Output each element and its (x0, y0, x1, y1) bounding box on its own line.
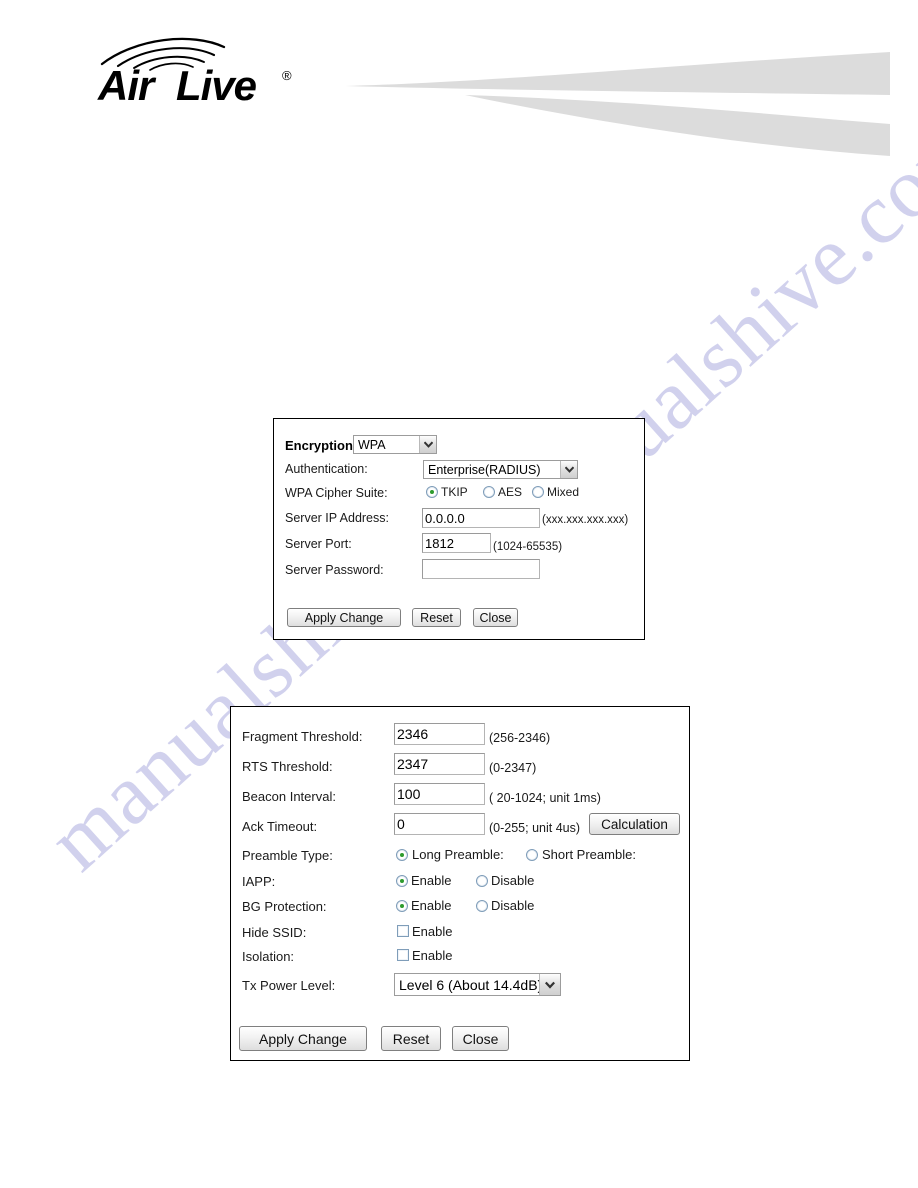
rts-threshold-input[interactable]: 2347 (394, 753, 485, 775)
svg-text:®: ® (282, 68, 292, 83)
ack-timeout-input[interactable]: 0 (394, 813, 485, 835)
preamble-label-short: Short Preamble: (542, 847, 636, 862)
preamble-radio-short[interactable] (526, 849, 538, 861)
wpa-cipher-suite-label: WPA Cipher Suite: (285, 486, 388, 500)
hide-ssid-checkbox[interactable] (397, 925, 409, 937)
server-port-hint: (1024-65535) (493, 541, 563, 553)
ack-timeout-value: 0 (397, 816, 405, 832)
bg-label-disable: Disable (491, 898, 535, 913)
bg-radio-disable[interactable] (476, 900, 488, 912)
beacon-interval-label: Beacon Interval: (242, 789, 336, 804)
server-port-label: Server Port: (285, 537, 352, 551)
server-ip-hint: (xxx.xxx.xxx.xxx) (542, 514, 629, 526)
apply-change-button[interactable]: Apply Change (239, 1026, 367, 1051)
cipher-label-aes: AES (498, 485, 523, 499)
page-header: Air Live ® (0, 0, 918, 160)
chevron-down-icon[interactable] (560, 461, 577, 478)
preamble-type-label: Preamble Type: (242, 848, 333, 863)
header-swoosh-graphic (345, 48, 890, 158)
isolation-label: Isolation: (242, 949, 295, 964)
encryption-select-value: WPA (358, 437, 386, 452)
encryption-select[interactable]: WPA (353, 435, 437, 454)
rts-threshold-value: 2347 (397, 756, 429, 772)
server-ip-input[interactable]: 0.0.0.0 (422, 508, 540, 528)
ack-timeout-label: Ack Timeout: (242, 819, 318, 834)
airlive-logo: Air Live ® (96, 30, 326, 110)
tx-power-level-select[interactable]: Level 6 (About 14.4dB) (394, 973, 561, 996)
authentication-label: Authentication: (285, 462, 368, 476)
reset-button[interactable]: Reset (381, 1026, 441, 1051)
apply-change-button[interactable]: Apply Change (287, 608, 401, 627)
iapp-label-disable: Disable (491, 873, 535, 888)
bg-protection-label: BG Protection: (242, 899, 327, 914)
fragment-threshold-label: Fragment Threshold: (242, 729, 363, 744)
preamble-label-long: Long Preamble: (412, 847, 504, 862)
iapp-label-enable: Enable (411, 873, 452, 888)
close-button[interactable]: Close (473, 608, 518, 627)
server-ip-label: Server IP Address: (285, 511, 389, 525)
cipher-radio-tkip[interactable] (426, 486, 438, 498)
chevron-down-icon[interactable] (539, 974, 560, 995)
tx-power-level-value: Level 6 (About 14.4dB) (399, 976, 539, 993)
preamble-radio-long[interactable] (396, 849, 408, 861)
calculation-button[interactable]: Calculation (589, 813, 680, 835)
server-ip-value: 0.0.0.0 (425, 510, 465, 526)
fragment-threshold-input[interactable]: 2346 (394, 723, 485, 745)
encryption-label: Encryption: (285, 438, 358, 453)
server-password-input[interactable] (422, 559, 540, 579)
server-port-input[interactable]: 1812 (422, 533, 491, 553)
bg-label-enable: Enable (411, 898, 452, 913)
isolation-checkbox[interactable] (397, 949, 409, 961)
cipher-label-tkip: TKIP (441, 485, 468, 499)
bg-radio-enable[interactable] (396, 900, 408, 912)
chevron-down-icon[interactable] (419, 436, 436, 453)
rts-threshold-label: RTS Threshold: (242, 759, 333, 774)
fragment-threshold-value: 2346 (397, 726, 429, 742)
svg-text:Air: Air (97, 62, 157, 109)
beacon-interval-hint: ( 20-1024; unit 1ms) (489, 791, 601, 805)
reset-button[interactable]: Reset (412, 608, 461, 627)
encryption-panel: Encryption: WPA Authentication: Enterpri… (273, 418, 645, 640)
cipher-label-mixed: Mixed (547, 485, 580, 499)
server-password-label: Server Password: (285, 563, 384, 577)
beacon-interval-value: 100 (397, 786, 421, 802)
fragment-threshold-hint: (256-2346) (489, 731, 551, 745)
ack-timeout-hint: (0-255; unit 4us) (489, 821, 581, 835)
hide-ssid-label: Hide SSID: (242, 925, 307, 940)
tx-power-level-label: Tx Power Level: (242, 978, 336, 993)
authentication-select[interactable]: Enterprise(RADIUS) (423, 460, 578, 479)
cipher-radio-aes[interactable] (483, 486, 495, 498)
hide-ssid-checkbox-label: Enable (412, 924, 453, 939)
isolation-checkbox-label: Enable (412, 948, 453, 963)
beacon-interval-input[interactable]: 100 (394, 783, 485, 805)
iapp-label: IAPP: (242, 874, 276, 889)
close-button[interactable]: Close (452, 1026, 509, 1051)
rts-threshold-hint: (0-2347) (489, 761, 537, 775)
iapp-radio-enable[interactable] (396, 875, 408, 887)
server-port-value: 1812 (425, 535, 454, 551)
cipher-radio-mixed[interactable] (532, 486, 544, 498)
iapp-radio-disable[interactable] (476, 875, 488, 887)
advanced-settings-panel: Fragment Threshold: 2346 (256-2346) RTS … (230, 706, 690, 1061)
authentication-select-value: Enterprise(RADIUS) (428, 462, 541, 477)
svg-text:Live: Live (176, 62, 257, 109)
